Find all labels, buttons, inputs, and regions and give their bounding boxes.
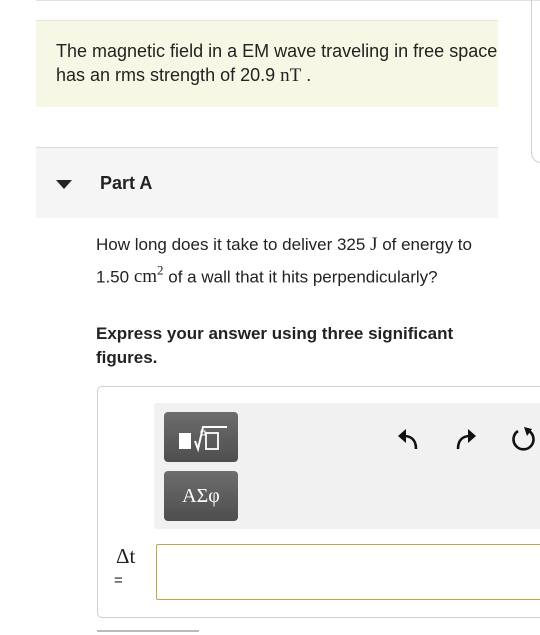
question-unit-joule: J: [370, 234, 378, 255]
problem-statement: The magnetic field in a EM wave travelin…: [36, 20, 498, 107]
answer-instruction: Express your answer using three signific…: [96, 324, 454, 367]
question-post: of a wall that it hits perpendicularly?: [168, 267, 438, 287]
part-title: Part A: [100, 173, 153, 193]
reset-icon[interactable]: [510, 425, 538, 453]
top-divider: [36, 0, 540, 1]
problem-text: The magnetic field in a EM wave travelin…: [56, 41, 498, 85]
problem-unit: nT: [280, 65, 302, 86]
greek-symbols-button[interactable]: ΑΣφ: [164, 471, 238, 521]
question-pre: How long does it take to deliver 325: [96, 235, 366, 254]
math-toolbar: ΑΣφ: [154, 403, 540, 529]
answer-variable: Δt: [116, 544, 136, 568]
question-text: How long does it take to deliver 325 J o…: [96, 232, 496, 290]
symbols-label: ΑΣφ: [182, 484, 220, 507]
problem-period: .: [306, 65, 312, 85]
collapse-caret-icon[interactable]: [56, 180, 72, 189]
undo-icon[interactable]: [394, 425, 422, 453]
templates-button[interactable]: [164, 412, 238, 462]
templates-icon: [179, 426, 227, 453]
unit-exponent: 2: [157, 263, 164, 278]
part-a-header[interactable]: Part A: [36, 147, 498, 218]
side-panel-edge: [531, 0, 540, 163]
submit-button-edge: [97, 630, 199, 632]
question-unit-area: cm2: [133, 263, 164, 288]
redo-icon[interactable]: [452, 425, 480, 453]
equals-sign: =: [114, 572, 123, 589]
unit-cm: cm: [133, 266, 158, 288]
answer-input[interactable]: [156, 544, 540, 600]
